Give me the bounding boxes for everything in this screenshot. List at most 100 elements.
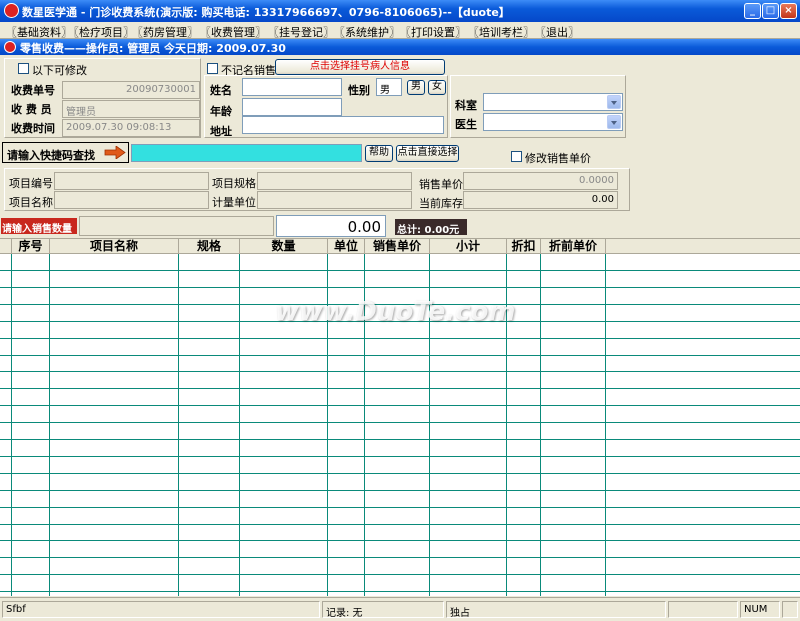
quantity-input[interactable]: 0.00 [276,215,386,237]
editable-label: 以下可修改 [32,64,87,77]
menu-system[interactable]: 〖系统维护〗 [334,24,400,40]
menu-basic-data[interactable]: 〖基础资料〗 [6,24,72,40]
cashier-label: 收 费 员 [11,103,52,116]
menu-billing[interactable]: 〖收费管理〗 [200,24,266,40]
modify-price-checkbox[interactable] [511,151,522,162]
name-label: 姓名 [210,84,232,97]
form-icon [4,41,16,53]
search-label: 请输入快捷码查找 [7,149,95,162]
unit-field [257,191,412,209]
quantity-spacer-field [79,216,274,236]
status-blank [668,601,738,618]
close-button[interactable]: × [780,3,797,19]
dept-dropdown-icon[interactable] [607,95,621,109]
item-code-field [54,172,209,190]
status-left: Sfbf [2,601,320,618]
address-input[interactable] [242,116,444,134]
grid-column-line [540,254,541,596]
editable-checkbox[interactable] [18,63,29,74]
male-button[interactable]: 男 [407,80,425,95]
grid-column-line [605,254,606,596]
address-label: 地址 [210,125,232,138]
name-input[interactable] [242,78,342,96]
unit-label: 计量单位 [212,196,256,209]
dept-select[interactable] [483,93,623,111]
grid-row-line [0,338,800,339]
direct-select-button[interactable]: 点击直接选择 [396,145,459,162]
item-name-label: 项目名称 [9,196,53,209]
time-field: 2009.07.30 09:08:13 [62,119,200,137]
age-input[interactable] [242,98,342,116]
sales-grid[interactable]: 序号 项目名称 规格 数量 单位 销售单价 小计 折扣 折前单价 [0,238,800,596]
receipt-no-label: 收费单号 [11,84,55,97]
quantity-label: 请输入销售数量 [1,218,77,234]
grid-row-line [0,270,800,271]
menu-exit[interactable]: 〖退出〗 [535,24,579,40]
menu-check-items[interactable]: 〖检疗项目〗 [68,24,134,40]
item-spec-label: 项目规格 [212,177,256,190]
menu-training[interactable]: 〖培训考栏〗 [468,24,534,40]
grid-row-line [0,557,800,558]
stock-label: 当前库存 [419,197,463,210]
item-spec-field [257,172,412,190]
sale-price-field: 0.0000 [463,172,618,190]
gender-label: 性别 [348,84,370,97]
sale-price-label: 销售单价 [419,178,463,191]
doctor-select[interactable] [483,113,623,131]
arrow-right-icon [104,145,126,160]
grid-row-line [0,456,800,457]
help-button[interactable]: 帮助 [365,145,393,162]
grid-row-line [0,287,800,288]
grid-row-line [0,422,800,423]
modify-price-label: 修改销售单价 [525,152,591,165]
grid-row-line [0,439,800,440]
menu-pharmacy[interactable]: 〖药房管理〗 [132,24,198,40]
item-code-label: 项目编号 [9,177,53,190]
grid-row-line [0,524,800,525]
select-patient-button[interactable]: 点击选择挂号病人信息 [275,59,445,75]
grid-row-line [0,405,800,406]
minimize-button[interactable]: _ [744,3,761,19]
maximize-button[interactable]: □ [762,3,779,19]
grid-column-line [239,254,240,596]
menu-registration[interactable]: 〖挂号登记〗 [268,24,334,40]
grid-row-line [0,371,800,372]
grid-row-line [0,388,800,389]
receipt-no-field: 20090730001 [62,81,200,99]
form-title: 零售收费——操作员: 管理员 今天日期: 2009.07.30 [20,42,286,55]
gender-field[interactable]: 男 [376,78,402,96]
grid-row-line [0,540,800,541]
title-bar: 数星医学通 - 门诊收费系统(演示版: 购买电话: 13317966697、07… [0,0,800,22]
menu-bar: 〖基础资料〗 〖检疗项目〗 〖药房管理〗 〖收费管理〗 〖挂号登记〗 〖系统维护… [0,22,800,39]
stock-field: 0.00 [463,191,618,209]
anonymous-sale-checkbox[interactable] [207,63,218,74]
status-mode: 独占 [446,601,666,619]
total-display: 总计: 0.00元 [395,219,467,236]
cashier-field: 管理员 [62,100,200,118]
doctor-label: 医生 [455,118,477,131]
doctor-dropdown-icon[interactable] [607,115,621,129]
age-label: 年龄 [210,105,232,118]
menu-print-settings[interactable]: 〖打印设置〗 [400,24,466,40]
watermark-text: www.DuoTe.com [275,297,516,327]
window-title: 数星医学通 - 门诊收费系统(演示版: 购买电话: 13317966697、07… [22,6,510,19]
item-name-field [54,191,209,209]
time-label: 收费时间 [11,122,55,135]
female-button[interactable]: 女 [428,80,446,95]
grid-row-line [0,507,800,508]
grid-row-line [0,473,800,474]
grid-column-line [49,254,50,596]
grid-row-line [0,574,800,575]
status-record: 记录: 无 [322,601,444,619]
status-bar: Sfbf 记录: 无 独占 NUM [0,597,800,621]
dept-label: 科室 [455,99,477,112]
grid-column-line [11,254,12,596]
status-grip [782,601,798,618]
grid-row-line [0,490,800,491]
status-num: NUM [740,601,780,618]
app-icon [4,3,19,18]
quick-code-input[interactable] [131,144,362,162]
grid-lines [0,239,800,596]
grid-row-line [0,591,800,592]
grid-row-line [0,355,800,356]
